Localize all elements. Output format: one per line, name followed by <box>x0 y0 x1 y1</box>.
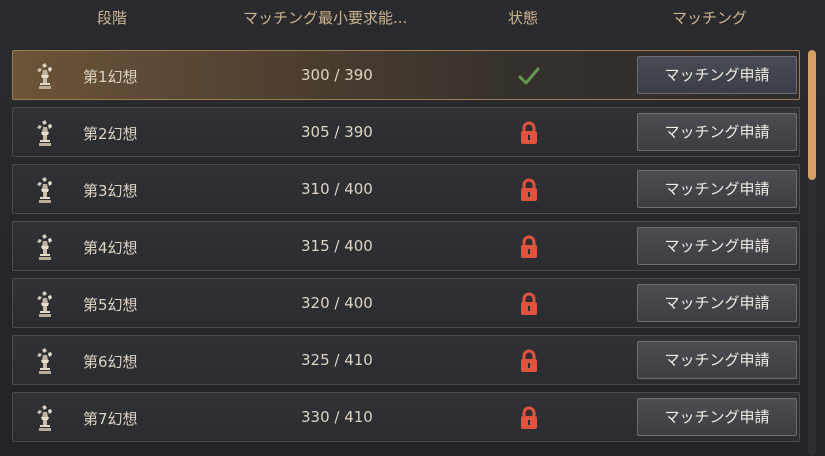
phantom-statue-icon <box>33 404 57 432</box>
matching-request-button[interactable]: マッチング申請 <box>637 170 797 208</box>
stage-row-2[interactable]: 第2幻想 305 / 390 マッチング申請 <box>12 107 800 157</box>
stage-row-7[interactable]: 第7幻想 330 / 410 マッチング申請 <box>12 392 800 442</box>
lock-icon <box>517 177 541 203</box>
min-power-value: 305 / 390 <box>301 123 373 141</box>
stage-row-4[interactable]: 第4幻想 315 / 400 マッチング申請 <box>12 221 800 271</box>
scrollbar[interactable] <box>808 50 816 456</box>
min-power-value: 310 / 400 <box>301 180 373 198</box>
min-power-value: 330 / 410 <box>301 408 373 426</box>
matching-request-button[interactable]: マッチング申請 <box>637 227 797 265</box>
lock-icon <box>517 120 541 146</box>
matching-request-button[interactable]: マッチング申請 <box>637 284 797 322</box>
min-power-value: 325 / 410 <box>301 351 373 369</box>
min-power-value: 320 / 400 <box>301 294 373 312</box>
stage-row-5[interactable]: 第5幻想 320 / 400 マッチング申請 <box>12 278 800 328</box>
phantom-statue-icon <box>33 233 57 261</box>
phantom-statue-icon <box>33 347 57 375</box>
table-header: 段階 マッチング最小要求能... 状態 マッチング <box>0 0 825 36</box>
header-stage: 段階 <box>97 9 128 27</box>
matching-request-button[interactable]: マッチング申請 <box>637 398 797 436</box>
check-icon <box>517 63 541 89</box>
lock-icon <box>517 291 541 317</box>
stage-row-3[interactable]: 第3幻想 310 / 400 マッチング申請 <box>12 164 800 214</box>
stage-name: 第5幻想 <box>83 296 138 314</box>
stage-row-6[interactable]: 第6幻想 325 / 410 マッチング申請 <box>12 335 800 385</box>
stage-list[interactable]: 第1幻想 300 / 390 マッチング申請 第2幻想 305 / 390 マッ… <box>12 50 802 456</box>
min-power-value: 315 / 400 <box>301 237 373 255</box>
matching-request-button[interactable]: マッチング申請 <box>637 56 797 94</box>
scrollbar-thumb[interactable] <box>808 50 816 180</box>
phantom-statue-icon <box>33 290 57 318</box>
header-matching: マッチング <box>672 9 748 27</box>
phantom-statue-icon <box>33 176 57 204</box>
stage-name: 第4幻想 <box>83 239 138 257</box>
header-status: 状態 <box>508 9 539 27</box>
matching-request-button[interactable]: マッチング申請 <box>637 113 797 151</box>
stage-name: 第6幻想 <box>83 353 138 371</box>
matching-request-button[interactable]: マッチング申請 <box>637 341 797 379</box>
stage-row-1[interactable]: 第1幻想 300 / 390 マッチング申請 <box>12 50 800 100</box>
stage-name: 第7幻想 <box>83 410 138 428</box>
phantom-statue-icon <box>33 62 57 90</box>
lock-icon <box>517 348 541 374</box>
stage-name: 第2幻想 <box>83 125 138 143</box>
lock-icon <box>517 234 541 260</box>
lock-icon <box>517 405 541 431</box>
stage-name: 第1幻想 <box>83 68 138 86</box>
header-min-power: マッチング最小要求能... <box>243 9 408 27</box>
matching-panel: 段階 マッチング最小要求能... 状態 マッチング 第1幻想 300 / 390… <box>0 0 825 456</box>
stage-name: 第3幻想 <box>83 182 138 200</box>
min-power-value: 300 / 390 <box>301 66 373 84</box>
phantom-statue-icon <box>33 119 57 147</box>
